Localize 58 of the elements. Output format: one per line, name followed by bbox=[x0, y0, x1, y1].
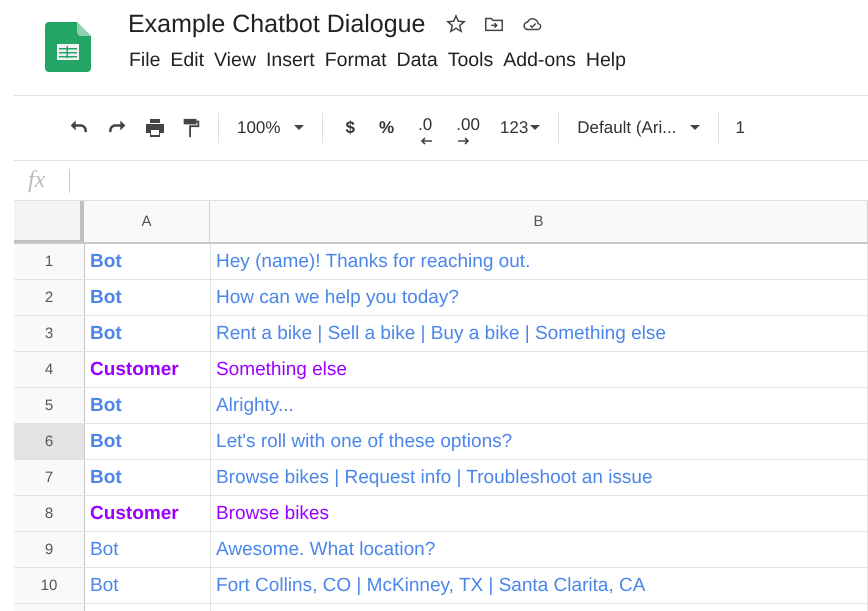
menu-item[interactable]: Format bbox=[320, 49, 392, 72]
star-icon[interactable] bbox=[445, 13, 468, 35]
table-cell: Bot bbox=[85, 388, 211, 423]
menu-item[interactable]: Data bbox=[392, 49, 443, 72]
row-header[interactable]: 5 bbox=[14, 388, 85, 423]
decrease-decimals-button[interactable]: .0 bbox=[412, 115, 438, 141]
left-arrow-icon bbox=[420, 137, 432, 145]
table-cell: Bot bbox=[85, 244, 211, 279]
table-cell: Bot bbox=[85, 280, 211, 315]
menu-item[interactable]: Add-ons bbox=[498, 49, 581, 72]
row-header[interactable]: 7 bbox=[14, 460, 85, 495]
table-cell: Alrighty... bbox=[211, 388, 868, 423]
row-header[interactable]: 9 bbox=[14, 532, 85, 567]
row-header[interactable]: 2 bbox=[14, 280, 85, 315]
row-header[interactable]: 6 bbox=[14, 424, 85, 459]
row-header[interactable]: 10 bbox=[14, 568, 85, 603]
table-cell: Hey (name)! Thanks for reaching out. bbox=[211, 244, 868, 279]
menu-item[interactable]: Edit bbox=[165, 49, 210, 72]
table-cell: Awesome. What location? bbox=[211, 532, 868, 567]
menu-item[interactable]: Insert bbox=[260, 49, 320, 72]
row-header[interactable]: 4 bbox=[14, 352, 85, 387]
caret-icon bbox=[690, 125, 700, 131]
table-cell: How can we help you today? bbox=[211, 280, 868, 315]
percent-format-button[interactable]: % bbox=[372, 118, 400, 138]
row-header[interactable]: 8 bbox=[14, 496, 85, 531]
column-header[interactable]: A bbox=[84, 201, 210, 242]
table-cell: Customer bbox=[85, 496, 211, 531]
menu-item[interactable]: View bbox=[209, 49, 261, 72]
sheets-logo-icon[interactable] bbox=[45, 22, 91, 72]
zoom-dropdown[interactable]: 100% bbox=[235, 118, 306, 138]
table-cell: Browse bikes | Request info | Troubleshoot an issue bbox=[211, 460, 868, 495]
table-cell: Rent a bike | Sell a bike | Buy a bike | Something else bbox=[211, 316, 868, 351]
table-cell: Fort Collins, CO | McKinney, TX | Santa Clarita, CA bbox=[211, 568, 868, 603]
caret-icon bbox=[530, 125, 540, 131]
table-cell: Let's roll with one of these options? bbox=[211, 424, 868, 459]
table-cell: Something else bbox=[211, 352, 868, 387]
table-cell: Bot bbox=[85, 532, 211, 567]
caret-icon bbox=[294, 125, 304, 131]
row-header[interactable]: 3 bbox=[14, 316, 85, 351]
menu-item[interactable]: Help bbox=[580, 49, 631, 72]
table-cell: Customer bbox=[85, 352, 211, 387]
font-dropdown[interactable]: Default (Ari... bbox=[575, 118, 702, 138]
formula-label: fx bbox=[28, 167, 46, 194]
document-title[interactable]: Example Chatbot Dialogue bbox=[128, 10, 426, 38]
right-arrow-icon bbox=[458, 137, 470, 145]
table-cell: Bot bbox=[85, 460, 211, 495]
currency-format-button[interactable]: $ bbox=[339, 118, 361, 138]
table-cell: Browse bikes bbox=[211, 496, 868, 531]
increase-decimals-button[interactable]: .00 bbox=[450, 115, 486, 141]
menu-item[interactable]: Tools bbox=[442, 49, 498, 72]
number-format-dropdown[interactable]: 123 bbox=[498, 118, 542, 138]
column-header[interactable]: B bbox=[210, 201, 868, 242]
font-size-field[interactable]: 1 bbox=[735, 118, 745, 138]
table-cell: Bot bbox=[85, 316, 211, 351]
menu-item[interactable]: File bbox=[124, 49, 166, 72]
row-header[interactable]: 1 bbox=[14, 244, 85, 279]
table-cell: Bot bbox=[85, 424, 211, 459]
table-cell: Bot bbox=[85, 568, 211, 603]
